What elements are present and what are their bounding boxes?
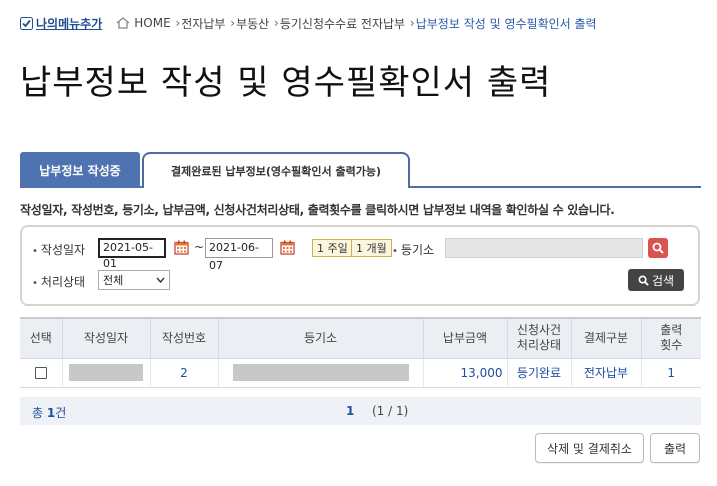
row-payment-type-cell: 전자납부 (570, 358, 641, 388)
tab-bar: 납부정보 작성중 결제완료된 납부정보(영수필확인서 출력가능) (20, 152, 701, 188)
tab-in-progress[interactable]: 납부정보 작성중 (20, 152, 140, 188)
tab-paid[interactable]: 결제완료된 납부정보(영수필확인서 출력가능) (142, 152, 410, 188)
table-row: 2 13,000 등기완료 전자납부 1 (20, 358, 701, 388)
check-icon (20, 16, 33, 30)
status-label: • 처리상태 (32, 275, 86, 289)
table-header-row: 선택 작성일자 작성번호 등기소 납부금액 신청사건 처리상태 결제구분 출력 횟수 (20, 317, 701, 359)
masked-date (69, 364, 143, 381)
row-print-count-cell[interactable]: 1 (640, 358, 701, 388)
row-amount-cell[interactable]: 13,000 (422, 358, 507, 388)
row-registry-cell[interactable] (217, 358, 423, 388)
breadcrumb-separator: › (226, 16, 236, 30)
masked-registry (232, 364, 409, 381)
status-header-line2: 처리상태 (516, 338, 562, 353)
col-header-status[interactable]: 신청사건 처리상태 (506, 317, 572, 359)
search-button[interactable]: 검색 (628, 269, 684, 291)
search-panel: • 작성일자 2021-05-01 ~ 2021-06-07 1 주일 1 개월 … (20, 225, 700, 306)
breadcrumb-registration-fee[interactable]: 등기신청수수료 전자납부 (280, 15, 405, 32)
top-bar: 나의메뉴추가 HOME › 전자납부 › 부동산 › 등기신청수수료 전자납부 … (20, 14, 597, 32)
col-header-number[interactable]: 작성번호 (149, 317, 219, 359)
date-label: • 작성일자 (32, 243, 86, 257)
date-to-input[interactable]: 2021-06-07 (205, 238, 273, 272)
print-header-line2: 횟수 (660, 338, 683, 353)
col-header-registry[interactable]: 등기소 (217, 317, 424, 359)
breadcrumb-electronic-payment[interactable]: 전자납부 (181, 15, 225, 32)
print-header-line1: 출력 (660, 323, 683, 338)
col-header-print-count[interactable]: 출력 횟수 (640, 317, 701, 359)
page-number[interactable]: 1 (346, 404, 354, 418)
chevron-down-icon (156, 277, 165, 283)
row-select-cell (20, 358, 62, 388)
registry-input[interactable] (445, 238, 643, 258)
add-my-menu-label: 나의메뉴추가 (36, 16, 103, 31)
total-count: 총 1건 (32, 406, 67, 420)
status-select-value: 전체 (103, 274, 124, 287)
page-info: (1 / 1) (372, 404, 409, 418)
row-status-cell[interactable]: 등기완료 (506, 358, 571, 388)
row-number-cell[interactable]: 2 (149, 358, 218, 388)
add-my-menu-link[interactable]: 나의메뉴추가 (20, 15, 102, 32)
delete-cancel-button[interactable]: 삭제 및 결제취소 (535, 433, 644, 463)
col-header-select: 선택 (20, 317, 63, 359)
home-icon[interactable] (116, 17, 130, 29)
row-checkbox[interactable] (34, 367, 47, 379)
breadcrumb-home[interactable]: HOME (134, 16, 170, 30)
date-range-tilde: ~ (194, 240, 205, 254)
date-from-input[interactable]: 2021-05-01 (98, 238, 166, 270)
payment-table: 선택 작성일자 작성번호 등기소 납부금액 신청사건 처리상태 결제구분 출력 횟수… (20, 317, 701, 388)
search-button-label: 검색 (651, 273, 675, 288)
print-button[interactable]: 출력 (650, 433, 700, 463)
col-header-payment-type: 결제구분 (570, 317, 642, 359)
page-title: 납부정보 작성 및 영수필확인서 출력 (20, 63, 552, 103)
description-text: 작성일자, 작성번호, 등기소, 납부금액, 신청사건처리상태, 출력횟수를 클… (20, 203, 615, 217)
col-header-date[interactable]: 작성일자 (61, 317, 151, 359)
calendar-icon[interactable] (280, 240, 295, 255)
breadcrumb-separator: › (406, 16, 415, 30)
paging-bar: 총 1건 1 (1 / 1) (20, 397, 701, 425)
status-header-line1: 신청사건 (516, 323, 562, 338)
breadcrumb-current: 납부정보 작성 및 영수필확인서 출력 (415, 16, 597, 31)
col-header-amount[interactable]: 납부금액 (422, 317, 508, 359)
search-icon (652, 242, 664, 254)
row-date-cell[interactable] (61, 358, 150, 388)
breadcrumb-separator: › (270, 16, 279, 30)
registry-search-button[interactable] (648, 238, 668, 258)
search-icon (638, 275, 649, 286)
breadcrumb-real-estate[interactable]: 부동산 (236, 15, 269, 32)
calendar-icon[interactable] (174, 240, 189, 255)
period-1-month-button[interactable]: 1 개월 (351, 239, 392, 257)
status-select[interactable]: 전체 (98, 270, 170, 290)
registry-label: • 등기소 (392, 243, 435, 257)
breadcrumb-separator: › (171, 16, 181, 30)
period-1-week-button[interactable]: 1 주일 (312, 239, 353, 257)
